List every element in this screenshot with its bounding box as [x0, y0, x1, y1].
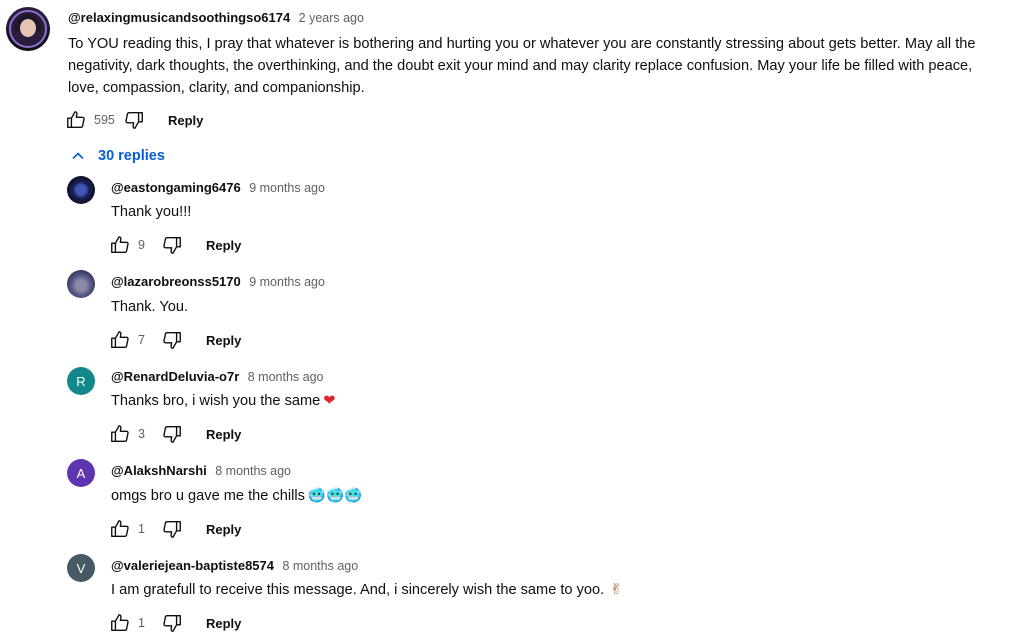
reply-text: Thank. You.	[111, 299, 189, 315]
thumbs-down-icon	[163, 614, 181, 632]
thumbs-up-icon	[111, 520, 129, 538]
dislike-button[interactable]	[122, 108, 146, 132]
comment-author[interactable]: @relaxingmusicandsoothingso6174	[68, 10, 290, 25]
like-button[interactable]	[64, 108, 88, 132]
reply-avatar[interactable]	[67, 270, 95, 298]
reply-button[interactable]: Reply	[206, 427, 241, 442]
reply-text-content: omgs bro u gave me the chills	[111, 488, 305, 504]
like-count: 3	[138, 427, 145, 441]
thumbs-up-icon	[111, 425, 129, 443]
comment-text-line: To YOU reading this, I pray that whateve…	[68, 36, 976, 52]
like-count: 9	[138, 238, 145, 252]
reply-button[interactable]: Reply	[168, 113, 203, 128]
dislike-button[interactable]	[160, 422, 184, 446]
dislike-button[interactable]	[160, 517, 184, 541]
reply-avatar[interactable]: V	[67, 554, 95, 582]
heart-emoji: ❤	[323, 392, 336, 409]
reply-time[interactable]: 9 months ago	[249, 181, 325, 195]
reply-author[interactable]: @AlakshNarshi	[111, 463, 207, 478]
reply-avatar[interactable]	[67, 176, 95, 204]
reply-text: Thanks bro, i wish you the same ❤	[111, 390, 336, 412]
reply-actions: 7 Reply	[108, 328, 241, 352]
reply-time[interactable]: 9 months ago	[249, 275, 325, 289]
reply-author[interactable]: @RenardDeluvia-o7r	[111, 369, 239, 384]
commenter-avatar[interactable]	[6, 7, 50, 51]
replies-count: 30 replies	[98, 148, 165, 164]
thumbs-down-icon	[163, 425, 181, 443]
comment-header: @relaxingmusicandsoothingso6174 2 years …	[68, 9, 364, 27]
victory-hand-emoji: ✌	[610, 581, 623, 598]
like-count: 7	[138, 333, 145, 347]
thumbs-up-icon	[111, 236, 129, 254]
thumbs-down-icon	[163, 236, 181, 254]
reply-text-content: Thanks bro, i wish you the same	[111, 393, 321, 409]
thumbs-down-icon	[125, 111, 143, 129]
reply-text: Thank you!!!	[111, 204, 192, 220]
reply-actions: 1 Reply	[108, 517, 241, 541]
reply-header: @RenardDeluvia-o7r 8 months ago	[111, 368, 323, 386]
reply-text-content: I am gratefull to receive this message. …	[111, 582, 605, 598]
like-button[interactable]	[108, 422, 132, 446]
comment-text-line: negativity, dark thoughts, the overthink…	[68, 58, 973, 74]
reply-button[interactable]: Reply	[206, 238, 241, 253]
chevron-up-icon	[72, 152, 84, 160]
dislike-button[interactable]	[160, 611, 184, 635]
thumbs-down-icon	[163, 520, 181, 538]
reply-author[interactable]: @valeriejean-baptiste8574	[111, 558, 274, 573]
comment-text: To YOU reading this, I pray that whateve…	[68, 33, 1024, 99]
cold-face-emoji: 🥶🥶🥶	[307, 487, 363, 504]
like-button[interactable]	[108, 611, 132, 635]
like-count: 595	[94, 113, 115, 127]
reply-button[interactable]: Reply	[206, 522, 241, 537]
dislike-button[interactable]	[160, 328, 184, 352]
comment-actions: 595 Reply	[64, 108, 203, 132]
thumbs-down-icon	[163, 331, 181, 349]
like-count: 1	[138, 522, 145, 536]
like-button[interactable]	[108, 328, 132, 352]
reply-text: I am gratefull to receive this message. …	[111, 579, 622, 601]
reply-button[interactable]: Reply	[206, 333, 241, 348]
reply-header: @valeriejean-baptiste8574 8 months ago	[111, 557, 358, 575]
reply-actions: 1 Reply	[108, 611, 241, 635]
reply-avatar[interactable]: A	[67, 459, 95, 487]
reply-actions: 3 Reply	[108, 422, 241, 446]
reply-button[interactable]: Reply	[206, 616, 241, 631]
thumbs-up-icon	[111, 614, 129, 632]
avatar-headphones	[9, 10, 47, 48]
comment-text-line: love, compassion, clarity, and companion…	[68, 80, 365, 96]
reply-actions: 9 Reply	[108, 233, 241, 257]
dislike-button[interactable]	[160, 233, 184, 257]
replies-toggle[interactable]: 30 replies	[70, 148, 165, 164]
like-button[interactable]	[108, 517, 132, 541]
reply-avatar[interactable]: R	[67, 367, 95, 395]
thumbs-up-icon	[67, 111, 85, 129]
reply-time[interactable]: 8 months ago	[248, 370, 324, 384]
like-count: 1	[138, 616, 145, 630]
reply-header: @eastongaming6476 9 months ago	[111, 179, 325, 197]
reply-text: omgs bro u gave me the chills 🥶🥶🥶	[111, 485, 362, 507]
comment-time[interactable]: 2 years ago	[299, 11, 364, 25]
reply-author[interactable]: @eastongaming6476	[111, 180, 241, 195]
thumbs-up-icon	[111, 331, 129, 349]
reply-time[interactable]: 8 months ago	[215, 464, 291, 478]
reply-header: @lazarobreonss5170 9 months ago	[111, 273, 325, 291]
like-button[interactable]	[108, 233, 132, 257]
reply-author[interactable]: @lazarobreonss5170	[111, 274, 241, 289]
reply-time[interactable]: 8 months ago	[282, 559, 358, 573]
reply-header: @AlakshNarshi 8 months ago	[111, 462, 291, 480]
